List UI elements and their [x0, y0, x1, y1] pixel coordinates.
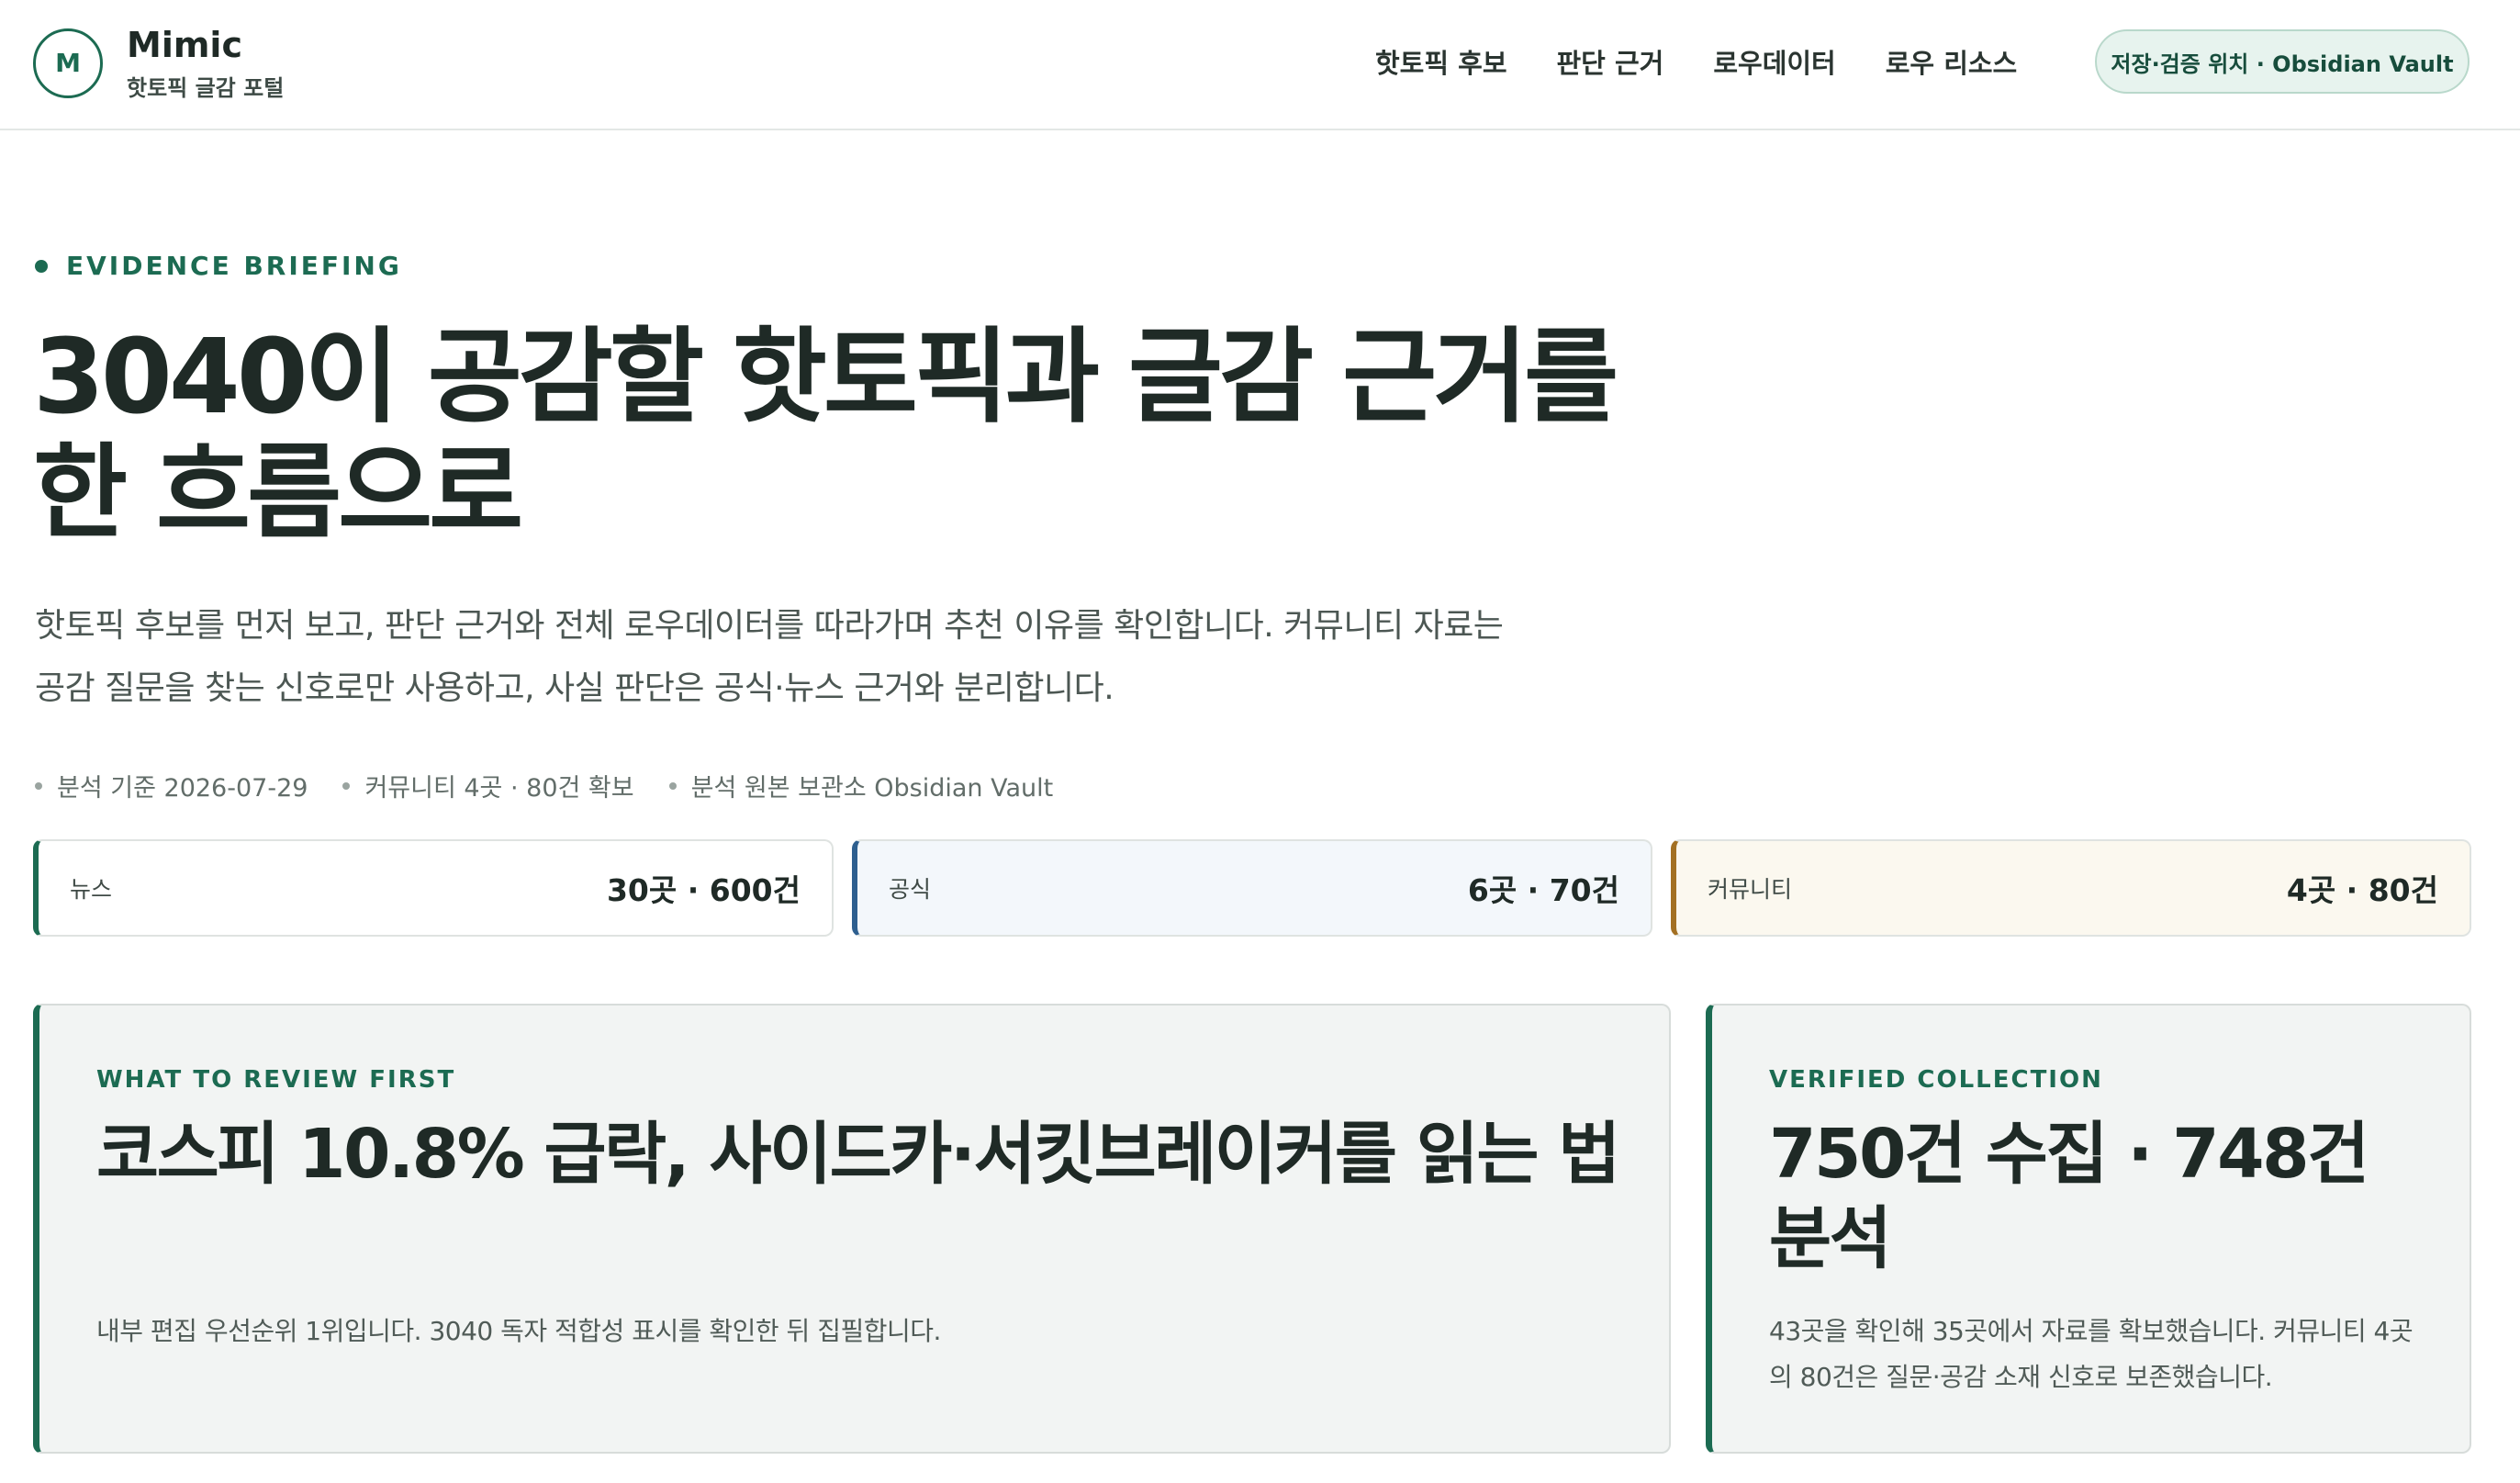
- source-label: 커뮤니티: [1708, 876, 1793, 903]
- top-header: M Mimic 핫토픽 글감 포털 핫토픽 후보 판단 근거 로우데이터 로우 …: [0, 0, 2520, 130]
- meta-archive: 분석 원본 보관소 Obsidian Vault: [669, 768, 1054, 803]
- nav-hot-topics[interactable]: 핫토픽 후보: [1375, 42, 1507, 81]
- verified-title: 750건 수집 · 748건 분석: [1769, 1115, 2369, 1278]
- meta-community-count: 커뮤니티 4곳 · 80건 확보: [342, 768, 633, 803]
- brand-subtitle: 핫토픽 글감 포털: [127, 75, 285, 101]
- source-card-community[interactable]: 커뮤니티 4곳 · 80건: [1671, 839, 2471, 937]
- verified-kicker: VERIFIED COLLECTION: [1769, 1066, 2103, 1094]
- page-title: 3040이 공감할 핫토픽과 글감 근거를 한 흐름으로: [33, 320, 1686, 551]
- source-card-official[interactable]: 공식 6곳 · 70건: [852, 839, 1652, 937]
- page-description-line1: 핫토픽 후보를 먼저 보고, 판단 근거와 전체 로우데이터를 따라가며 추천 …: [35, 607, 1504, 645]
- source-value: 6곳 · 70건: [1467, 872, 1619, 908]
- source-card-news[interactable]: 뉴스 30곳 · 600건: [33, 839, 834, 937]
- vault-location-badge[interactable]: 저장·검증 위치 · Obsidian Vault: [2095, 29, 2470, 94]
- meta-analysis-date: 분석 기준 2026-07-29: [35, 768, 308, 803]
- eyebrow-dot-icon: [35, 259, 48, 273]
- main-nav: 핫토픽 후보 판단 근거 로우데이터 로우 리소스: [1375, 42, 2017, 81]
- eyebrow-label: EVIDENCE BRIEFING: [66, 251, 402, 281]
- nav-raw-data[interactable]: 로우데이터: [1713, 42, 1835, 81]
- source-label: 공식: [889, 876, 932, 903]
- nav-evidence[interactable]: 판단 근거: [1557, 42, 1664, 81]
- review-first-desc: 내부 편집 우선순위 1위입니다. 3040 독자 적합성 표시를 확인한 뒤 …: [96, 1316, 941, 1346]
- page-description-line2: 공감 질문을 찾는 신호로만 사용하고, 사실 판단은 공식·뉴스 근거와 분리…: [35, 669, 1114, 707]
- page-title-line1: 3040이 공감할 핫토픽과 글감 근거를: [33, 318, 1618, 437]
- brand-logo: M: [33, 28, 103, 98]
- verified-collection-panel[interactable]: VERIFIED COLLECTION 750건 수집 · 748건 분석 43…: [1706, 1004, 2471, 1454]
- review-first-panel[interactable]: WHAT TO REVIEW FIRST 코스피 10.8% 급락, 사이드카·…: [33, 1004, 1671, 1454]
- review-first-title: 코스피 10.8% 급락, 사이드카·서킷브레이커를 읽는 법: [96, 1115, 1620, 1194]
- eyebrow: EVIDENCE BRIEFING: [35, 251, 402, 281]
- verified-desc: 43곳을 확인해 35곳에서 자료를 확보했습니다. 커뮤니티 4곳의 80건은…: [1769, 1316, 2414, 1392]
- brand-text: Mimic 핫토픽 글감 포털: [127, 24, 284, 102]
- nav-raw-resources[interactable]: 로우 리소스: [1886, 42, 2018, 81]
- source-label: 뉴스: [70, 876, 113, 903]
- review-first-kicker: WHAT TO REVIEW FIRST: [96, 1066, 456, 1094]
- meta-info: 분석 기준 2026-07-29 커뮤니티 4곳 · 80건 확보 분석 원본 …: [35, 768, 1053, 803]
- brand[interactable]: M Mimic 핫토픽 글감 포털: [33, 24, 284, 102]
- page-title-line2: 한 흐름으로: [33, 433, 523, 553]
- source-value: 30곳 · 600건: [606, 872, 801, 908]
- source-value: 4곳 · 80건: [2286, 872, 2438, 908]
- page-description: 핫토픽 후보를 먼저 보고, 판단 근거와 전체 로우데이터를 따라가며 추천 …: [35, 595, 1651, 720]
- brand-name: Mimic: [127, 25, 242, 65]
